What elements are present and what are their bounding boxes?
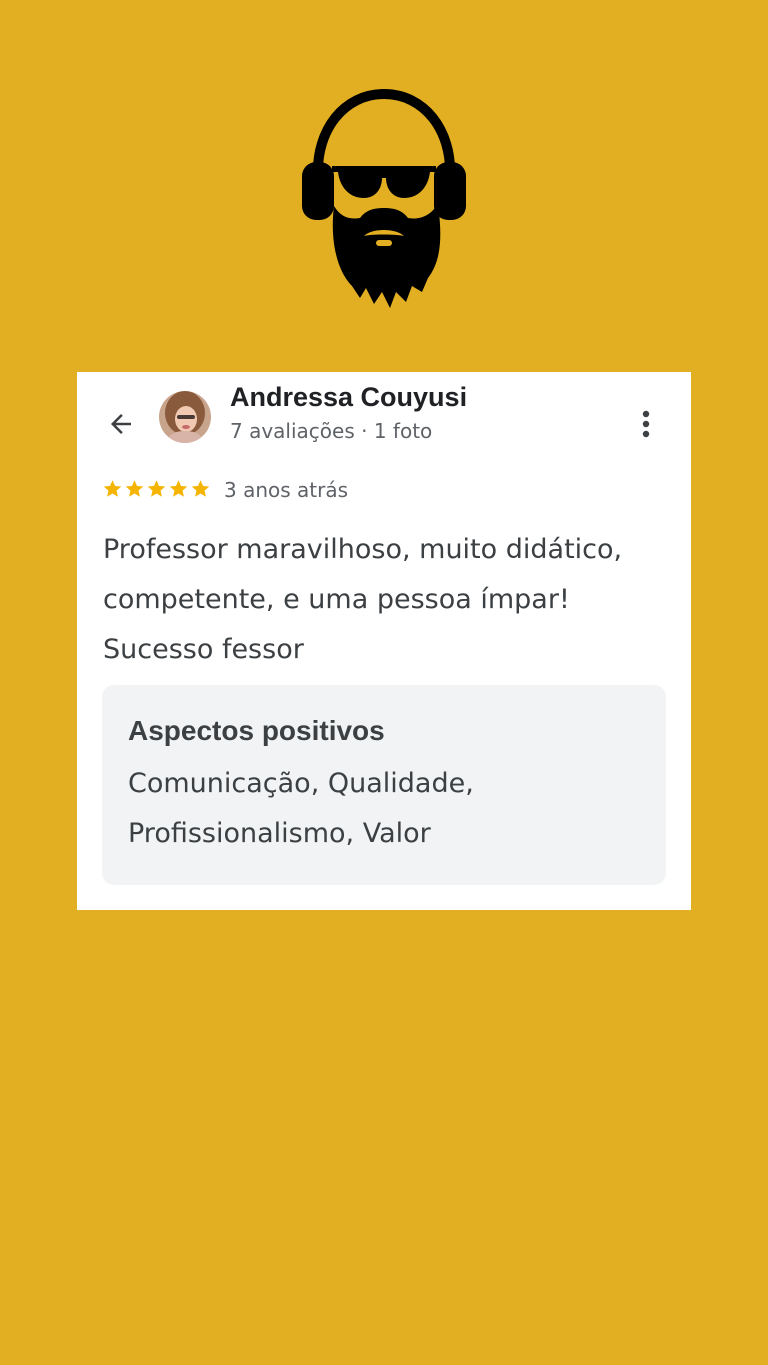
reviewer-meta: 7 avaliações · 1 foto xyxy=(230,419,433,443)
star-icon xyxy=(103,480,122,497)
more-options-button[interactable] xyxy=(632,406,660,442)
brand-logo xyxy=(296,88,472,316)
more-vert-icon xyxy=(642,410,650,438)
positive-aspects-list: Comunicação, Qualidade, Profissionalismo… xyxy=(128,768,474,849)
review-text: Professor maravilhoso, muito didático, c… xyxy=(103,534,623,665)
positive-aspects-title: Aspectos positivos xyxy=(128,715,385,746)
star-icon xyxy=(147,480,166,497)
arrow-back-icon xyxy=(111,414,131,434)
review-date: 3 anos atrás xyxy=(224,478,349,502)
star-icon xyxy=(169,480,188,497)
star-rating xyxy=(102,478,211,499)
avatar-photo-icon xyxy=(159,391,211,443)
bearded-man-headphones-icon xyxy=(302,88,466,308)
review-card: Andressa Couyusi 7 avaliações · 1 foto 3… xyxy=(77,372,691,910)
positive-aspects-box: Aspectos positivos Comunicação, Qualidad… xyxy=(102,685,666,885)
reviewer-avatar[interactable] xyxy=(159,391,211,443)
back-button[interactable] xyxy=(103,406,139,442)
star-icon xyxy=(125,480,144,497)
star-icon xyxy=(191,480,210,497)
reviewer-name[interactable]: Andressa Couyusi xyxy=(230,382,467,413)
